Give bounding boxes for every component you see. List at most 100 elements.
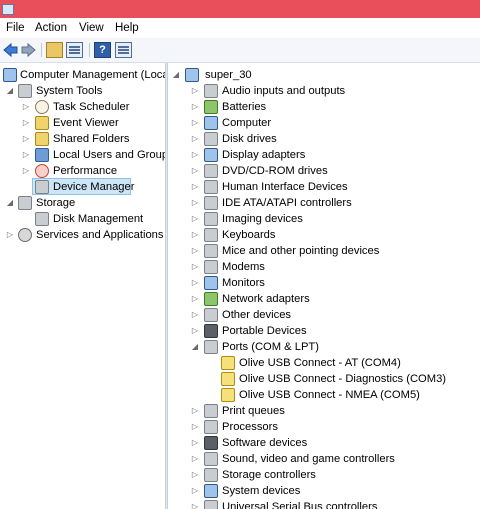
- collapsed-arrow-icon[interactable]: ▷: [190, 211, 200, 227]
- collapsed-arrow-icon[interactable]: ▷: [21, 131, 31, 147]
- up-folder-button[interactable]: [46, 42, 63, 58]
- collapsed-arrow-icon[interactable]: ▷: [190, 435, 200, 451]
- collapsed-arrow-icon[interactable]: ▷: [190, 275, 200, 291]
- collapsed-arrow-icon[interactable]: ▷: [21, 99, 31, 115]
- device-category-ports[interactable]: ◢ Ports (COM & LPT): [168, 339, 480, 355]
- device-category[interactable]: ▷ Processors: [168, 419, 480, 435]
- collapsed-arrow-icon[interactable]: ▷: [190, 499, 200, 509]
- sound-icon: [204, 452, 218, 466]
- collapsed-arrow-icon[interactable]: ▷: [190, 115, 200, 131]
- expanded-arrow-icon[interactable]: ◢: [5, 83, 15, 99]
- collapsed-arrow-icon[interactable]: ▷: [190, 227, 200, 243]
- tree-label: Software devices: [222, 437, 308, 449]
- tree-label: Audio inputs and outputs: [222, 85, 346, 97]
- show-hide-console-tree-button[interactable]: [66, 42, 83, 58]
- collapsed-arrow-icon[interactable]: ▷: [190, 451, 200, 467]
- device-category[interactable]: ▷ Other devices: [168, 307, 480, 323]
- device-category[interactable]: ▷ Portable Devices: [168, 323, 480, 339]
- properties-button[interactable]: [115, 42, 132, 58]
- device-category[interactable]: ▷ Keyboards: [168, 227, 480, 243]
- tree-label: Modems: [222, 261, 265, 273]
- device-category[interactable]: ▷ DVD/CD-ROM drives: [168, 163, 480, 179]
- tree-item-task-scheduler[interactable]: ▷ Task Scheduler: [0, 99, 165, 115]
- device-category[interactable]: ▷ IDE ATA/ATAPI controllers: [168, 195, 480, 211]
- menu-help[interactable]: Help: [115, 22, 139, 34]
- ide-controller-icon: [204, 196, 218, 210]
- tree-label: Task Scheduler: [53, 101, 130, 113]
- device-category[interactable]: ▷ Modems: [168, 259, 480, 275]
- device-category[interactable]: ▷ Computer: [168, 115, 480, 131]
- port-icon: [204, 340, 218, 354]
- tree-item-disk-management[interactable]: Disk Management: [0, 211, 165, 227]
- device-category[interactable]: ▷ Software devices: [168, 435, 480, 451]
- device-category[interactable]: ▷ Monitors: [168, 275, 480, 291]
- menu-file[interactable]: File: [6, 22, 25, 34]
- device-category[interactable]: ▷ Network adapters: [168, 291, 480, 307]
- expanded-arrow-icon[interactable]: ◢: [190, 339, 200, 355]
- tree-item-shared-folders[interactable]: ▷ Shared Folders: [0, 131, 165, 147]
- tree-label: Portable Devices: [222, 325, 307, 337]
- collapsed-arrow-icon[interactable]: ▷: [190, 259, 200, 275]
- tree-item-computer-management[interactable]: Computer Management (Local: [0, 67, 165, 83]
- tree-item-device-manager[interactable]: Device Manager: [0, 179, 165, 195]
- collapsed-arrow-icon[interactable]: ▷: [21, 147, 31, 163]
- collapsed-arrow-icon[interactable]: ▷: [5, 227, 15, 243]
- collapsed-arrow-icon[interactable]: ▷: [190, 131, 200, 147]
- device-category[interactable]: ▷ Mice and other pointing devices: [168, 243, 480, 259]
- forward-arrow-icon: [21, 42, 36, 58]
- collapsed-arrow-icon[interactable]: ▷: [190, 323, 200, 339]
- tree-item-services-applications[interactable]: ▷ Services and Applications: [0, 227, 165, 243]
- tree-label: Computer Management (Local: [20, 69, 165, 81]
- help-button[interactable]: ?: [94, 42, 111, 58]
- collapsed-arrow-icon[interactable]: ▷: [190, 83, 200, 99]
- collapsed-arrow-icon[interactable]: ▷: [21, 115, 31, 131]
- collapsed-arrow-icon[interactable]: ▷: [190, 179, 200, 195]
- device-item[interactable]: Olive USB Connect - NMEA (COM5): [168, 387, 480, 403]
- tree-label: Keyboards: [222, 229, 276, 241]
- device-category[interactable]: ▷ Display adapters: [168, 147, 480, 163]
- tree-item-storage[interactable]: ◢ Storage: [0, 195, 165, 211]
- tree-label: DVD/CD-ROM drives: [222, 165, 328, 177]
- collapsed-arrow-icon[interactable]: ▷: [190, 467, 200, 483]
- tree-item-system-tools[interactable]: ◢ System Tools: [0, 83, 165, 99]
- collapsed-arrow-icon[interactable]: ▷: [190, 307, 200, 323]
- menu-view[interactable]: View: [79, 22, 104, 34]
- device-category[interactable]: ▷ Storage controllers: [168, 467, 480, 483]
- tree-item-performance[interactable]: ▷ Performance: [0, 163, 165, 179]
- expanded-arrow-icon[interactable]: ◢: [171, 67, 181, 83]
- device-category[interactable]: ▷ Universal Serial Bus controllers: [168, 499, 480, 509]
- device-category[interactable]: ▷ Disk drives: [168, 131, 480, 147]
- collapsed-arrow-icon[interactable]: ▷: [190, 403, 200, 419]
- collapsed-arrow-icon[interactable]: ▷: [190, 243, 200, 259]
- back-button[interactable]: [2, 42, 19, 58]
- tree-label: Display adapters: [222, 149, 306, 161]
- device-item[interactable]: Olive USB Connect - Diagnostics (COM3): [168, 371, 480, 387]
- expanded-arrow-icon[interactable]: ◢: [5, 195, 15, 211]
- forward-button[interactable]: [20, 42, 37, 58]
- device-item[interactable]: Olive USB Connect - AT (COM4): [168, 355, 480, 371]
- collapsed-arrow-icon[interactable]: ▷: [190, 163, 200, 179]
- tree-item-local-users-groups[interactable]: ▷ Local Users and Groups: [0, 147, 165, 163]
- device-category[interactable]: ▷ System devices: [168, 483, 480, 499]
- collapsed-arrow-icon[interactable]: ▷: [190, 147, 200, 163]
- collapsed-arrow-icon[interactable]: ▷: [190, 99, 200, 115]
- device-category[interactable]: ▷ Sound, video and game controllers: [168, 451, 480, 467]
- device-category[interactable]: ▷ Human Interface Devices: [168, 179, 480, 195]
- device-root[interactable]: ◢ super_30: [168, 67, 480, 83]
- tree-item-event-viewer[interactable]: ▷ Event Viewer: [0, 115, 165, 131]
- menu-action[interactable]: Action: [35, 22, 67, 34]
- tree-label: Processors: [222, 421, 278, 433]
- collapsed-arrow-icon[interactable]: ▷: [190, 419, 200, 435]
- collapsed-arrow-icon[interactable]: ▷: [21, 163, 31, 179]
- device-category[interactable]: ▷ Print queues: [168, 403, 480, 419]
- tree-label: Sound, video and game controllers: [222, 453, 395, 465]
- device-category[interactable]: ▷ Audio inputs and outputs: [168, 83, 480, 99]
- collapsed-arrow-icon[interactable]: ▷: [190, 195, 200, 211]
- system-device-icon: [204, 484, 218, 498]
- tree-label: Storage controllers: [222, 469, 316, 481]
- device-category[interactable]: ▷ Imaging devices: [168, 211, 480, 227]
- collapsed-arrow-icon[interactable]: ▷: [190, 483, 200, 499]
- device-category[interactable]: ▷ Batteries: [168, 99, 480, 115]
- collapsed-arrow-icon[interactable]: ▷: [190, 291, 200, 307]
- tree-label: Human Interface Devices: [222, 181, 348, 193]
